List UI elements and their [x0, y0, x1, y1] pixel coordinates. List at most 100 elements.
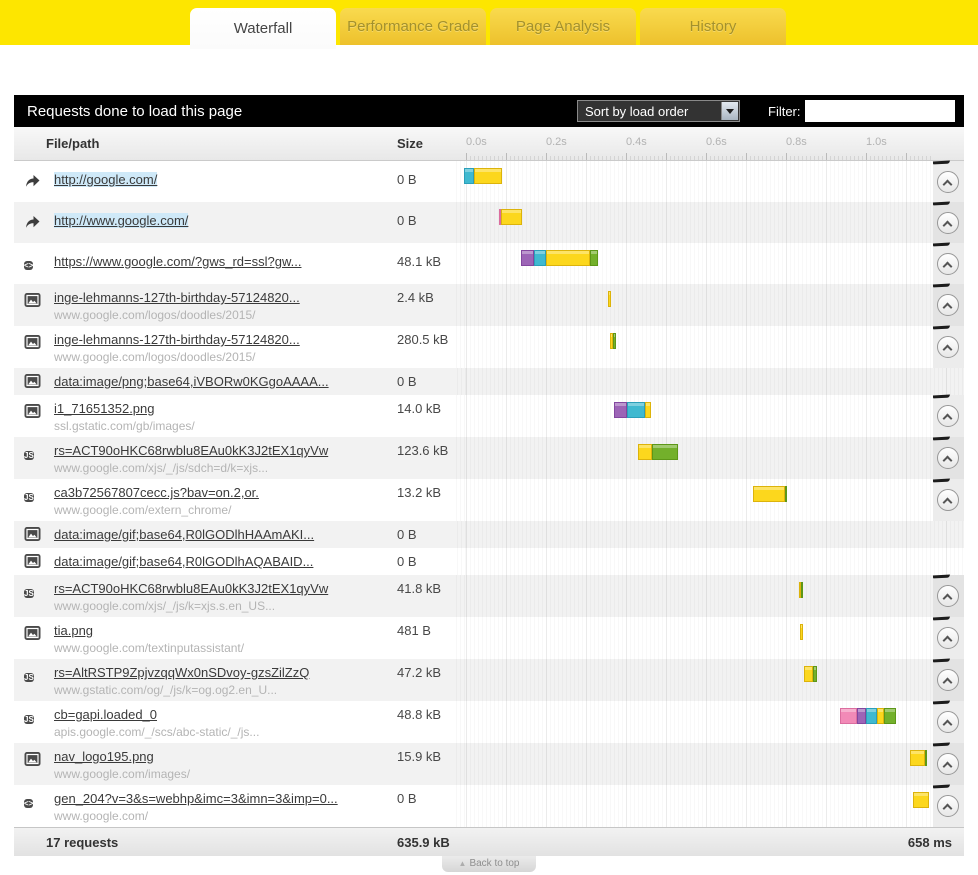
timing-segment-purple: [857, 708, 866, 724]
expand-row-button[interactable]: [937, 795, 959, 817]
waterfall-timeline: [455, 395, 933, 437]
size-value: 15.9 kB: [397, 743, 455, 785]
tab-page-analysis[interactable]: Page Analysis: [490, 8, 636, 45]
waterfall-timeline: [455, 202, 933, 243]
file-link[interactable]: rs=ACT90oHKC68rwblu8EAu0kK3J2tEX1qyVw: [54, 581, 328, 596]
timeline-major-ticks: [466, 153, 933, 160]
filter-label: Filter:: [768, 104, 801, 119]
expand-row-button[interactable]: [937, 711, 959, 733]
expand-row-button[interactable]: [937, 585, 959, 607]
tab-waterfall[interactable]: Waterfall: [190, 8, 336, 49]
time-tick-label: 0.6s: [706, 136, 727, 148]
page-curl-mark: [933, 202, 950, 206]
timing-segment-green: [785, 486, 787, 502]
file-type-cell: JS: [14, 575, 54, 617]
file-link[interactable]: rs=AltRSTP9ZpjvzqqWx0nSDvoy-gzsZilZzQ: [54, 665, 309, 680]
expand-row-button[interactable]: [937, 253, 959, 275]
row-expand-cell: [933, 743, 964, 785]
back-to-top-button[interactable]: ▲Back to top: [442, 856, 536, 872]
tab-performance-grade[interactable]: Performance Grade: [340, 8, 486, 45]
chevron-up-icon: [943, 594, 953, 604]
size-value: 0 B: [397, 785, 455, 827]
total-size: 635.9 kB: [397, 835, 450, 850]
file-name-cell: cb=gapi.loaded_0apis.google.com/_/scs/ab…: [54, 701, 397, 743]
file-name-cell: tia.png www.google.com/textinputassistant…: [54, 617, 397, 659]
waterfall-timeline: [455, 659, 933, 701]
file-link[interactable]: cb=gapi.loaded_0: [54, 707, 157, 722]
file-link[interactable]: i1_71651352.png: [54, 401, 155, 416]
file-link[interactable]: inge-lehmanns-127th-birthday-57124820...: [54, 332, 300, 347]
row-expand-cell: [933, 284, 964, 326]
file-type-cell: [14, 521, 54, 548]
waterfall-timeline: [455, 479, 933, 521]
filter-input[interactable]: [805, 100, 955, 122]
page-curl-mark: [933, 743, 950, 747]
chevron-up-icon: [943, 762, 953, 772]
dropdown-arrow-icon[interactable]: [721, 102, 738, 120]
timing-segment-purple: [614, 402, 627, 418]
file-link[interactable]: data:image/gif;base64,R0lGODlhHAAmAKI...: [54, 527, 314, 542]
request-row: JSca3b72567807cecc.js?bav=on.2,or.www.go…: [14, 479, 964, 521]
file-name-cell: http://google.com/: [54, 161, 397, 202]
panel-title: Requests done to load this page: [27, 103, 242, 120]
file-name-cell: rs=ACT90oHKC68rwblu8EAu0kK3J2tEX1qyVwwww…: [54, 437, 397, 479]
expand-row-button[interactable]: [937, 171, 959, 193]
page-curl-mark: [933, 161, 950, 165]
waterfall-panel: Requests done to load this page Sort by …: [14, 95, 964, 873]
expand-row-button[interactable]: [937, 294, 959, 316]
file-link[interactable]: ca3b72567807cecc.js?bav=on.2,or.: [54, 485, 259, 500]
file-link[interactable]: http://google.com/: [54, 172, 157, 187]
size-value: 481 B: [397, 617, 455, 659]
request-row: JSrs=ACT90oHKC68rwblu8EAu0kK3J2tEX1qyVww…: [14, 575, 964, 617]
file-link[interactable]: rs=ACT90oHKC68rwblu8EAu0kK3J2tEX1qyVw: [54, 443, 328, 458]
expand-row-button[interactable]: [937, 212, 959, 234]
timing-segment-green: [884, 708, 896, 724]
expand-row-button[interactable]: [937, 753, 959, 775]
waterfall-timeline: [455, 284, 933, 326]
file-name-cell: data:image/gif;base64,R0lGODlhAQABAID...: [54, 548, 397, 575]
file-type-cell: [14, 326, 54, 368]
expand-row-button[interactable]: [937, 669, 959, 691]
file-link[interactable]: tia.png: [54, 623, 93, 638]
expand-row-button[interactable]: [937, 489, 959, 511]
file-link[interactable]: nav_logo195.png: [54, 749, 154, 764]
file-name-cell: nav_logo195.pngwww.google.com/images/: [54, 743, 397, 785]
row-expand-cell: [933, 326, 964, 368]
row-expand-cell: [933, 479, 964, 521]
size-value: 0 B: [397, 368, 455, 395]
file-link[interactable]: gen_204?v=3&s=webhp&imc=3&imn=3&imp=0...: [54, 791, 338, 806]
js-file-icon: JS: [24, 445, 34, 464]
timeline-scale: 0.0s0.2s0.4s0.6s0.8s1.0s: [455, 127, 933, 160]
timing-segment-green: [590, 250, 598, 266]
file-link[interactable]: data:image/png;base64,iVBORw0KGgoAAAA...: [54, 374, 329, 389]
page-curl-mark: [933, 659, 950, 663]
expand-row-button[interactable]: [937, 627, 959, 649]
page-curl-mark: [933, 785, 950, 789]
page-curl-mark: [933, 395, 950, 399]
file-link[interactable]: http://www.google.com/: [54, 213, 188, 228]
file-link[interactable]: inge-lehmanns-127th-birthday-57124820...: [54, 290, 300, 305]
tab-history[interactable]: History: [640, 8, 786, 45]
row-expand-cell: [933, 202, 964, 243]
timing-segment-pink: [840, 708, 857, 724]
timing-segment-yellow: [608, 291, 611, 307]
file-path: www.google.com/textinputassistant/: [54, 641, 397, 655]
row-expand-cell: [933, 785, 964, 827]
waterfall-timeline: [455, 548, 964, 575]
file-type-cell: [14, 368, 54, 395]
size-value: 48.1 kB: [397, 243, 455, 284]
code-file-icon: <>: [24, 255, 33, 274]
requests-table: http://google.com/0 B http://www.google.c…: [14, 161, 964, 827]
image-file-icon: [24, 526, 41, 547]
expand-row-button[interactable]: [937, 336, 959, 358]
size-value: 47.2 kB: [397, 659, 455, 701]
file-link[interactable]: https://www.google.com/?gws_rd=ssl?gw...: [54, 254, 301, 269]
expand-row-button[interactable]: [937, 447, 959, 469]
file-path: www.gstatic.com/og/_/js/k=og.og2.en_U...: [54, 683, 397, 697]
back-to-top-label: Back to top: [469, 858, 519, 869]
file-link[interactable]: data:image/gif;base64,R0lGODlhAQABAID...: [54, 554, 313, 569]
request-row: i1_71651352.pngssl.gstatic.com/gb/images…: [14, 395, 964, 437]
file-type-cell: [14, 743, 54, 785]
expand-row-button[interactable]: [937, 405, 959, 427]
sort-select[interactable]: Sort by load order: [577, 100, 740, 122]
